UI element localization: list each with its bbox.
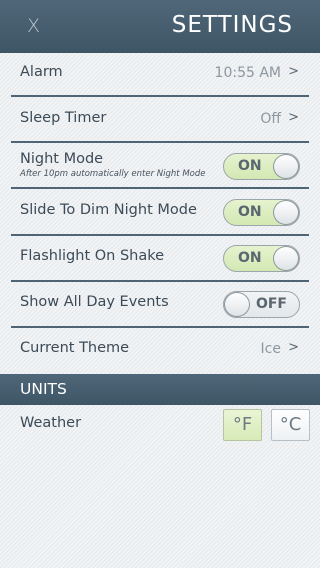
toggle-state-label: ON (238, 204, 262, 220)
page-title: SETTINGS (171, 12, 293, 38)
flashlight-toggle[interactable]: ON (223, 245, 300, 272)
flashlight-label: Flashlight On Shake (20, 248, 165, 264)
night-mode-row: Night Mode After 10pm automatically ente… (11, 143, 309, 189)
alarm-row[interactable]: Alarm 10:55 AM > (11, 51, 309, 97)
night-mode-subtitle: After 10pm automatically enter Night Mod… (20, 169, 206, 179)
weather-label: Weather (20, 415, 82, 431)
toggle-state-label: OFF (255, 296, 287, 312)
all-day-events-row: Show All Day Events OFF (11, 281, 309, 327)
fahrenheit-button[interactable]: °F (223, 409, 262, 441)
toggle-knob (273, 246, 299, 271)
all-day-events-toggle[interactable]: OFF (223, 291, 300, 318)
units-section-title: UNITS (20, 380, 67, 398)
toggle-knob (273, 154, 299, 179)
toggle-state-label: ON (238, 250, 262, 266)
sleep-timer-row[interactable]: Sleep Timer Off > (11, 97, 309, 143)
slide-to-dim-toggle[interactable]: ON (223, 199, 300, 226)
current-theme-label: Current Theme (20, 340, 130, 356)
alarm-value: 10:55 AM (214, 65, 281, 81)
toggle-knob (224, 292, 250, 317)
toggle-state-label: ON (238, 158, 262, 174)
chevron-right-icon: > (288, 340, 299, 355)
slide-to-dim-label: Slide To Dim Night Mode (20, 202, 197, 218)
current-theme-value: Ice (260, 341, 281, 357)
current-theme-row[interactable]: Current Theme Ice > (11, 327, 309, 373)
alarm-label: Alarm (20, 64, 63, 80)
slide-to-dim-row: Slide To Dim Night Mode ON (11, 189, 309, 235)
night-mode-label: Night Mode (20, 151, 104, 167)
weather-row: Weather (11, 402, 309, 448)
close-button[interactable]: X (27, 15, 40, 37)
toggle-knob (273, 200, 299, 225)
flashlight-row: Flashlight On Shake ON (11, 235, 309, 281)
chevron-right-icon: > (288, 64, 299, 79)
units-section-header: UNITS (0, 374, 320, 405)
sleep-timer-label: Sleep Timer (20, 110, 107, 126)
sleep-timer-value: Off (260, 111, 281, 127)
header-bar: X SETTINGS (0, 0, 320, 53)
night-mode-toggle[interactable]: ON (223, 153, 300, 180)
all-day-events-label: Show All Day Events (20, 294, 169, 310)
chevron-right-icon: > (288, 110, 299, 125)
celsius-button[interactable]: °C (271, 409, 310, 441)
